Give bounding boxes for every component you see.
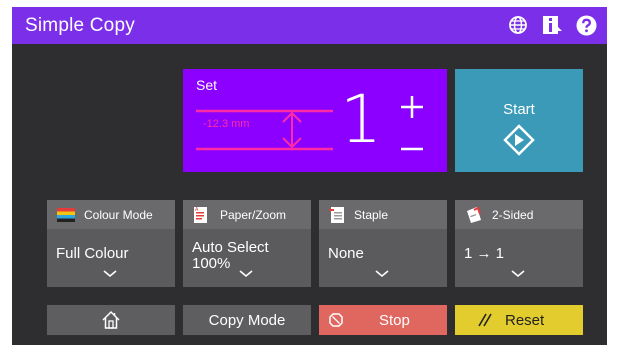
chevron-down-icon xyxy=(103,270,117,278)
copier-screen: Simple Copy Set -12.3 mm 1 Start Colour … xyxy=(12,7,607,345)
two-sided-header: 2-Sided xyxy=(455,200,583,229)
copy-mode-button[interactable]: Copy Mode xyxy=(183,305,311,335)
home-button[interactable] xyxy=(47,305,175,335)
staple-icon xyxy=(329,206,344,223)
colour-mode-button[interactable]: Colour Mode Full Colour xyxy=(47,200,175,287)
title-icons xyxy=(507,14,597,36)
staple-value: None xyxy=(328,245,364,262)
stop-label: Stop xyxy=(379,311,410,329)
guide-value: -12.3 mm xyxy=(203,118,250,130)
info-icon[interactable] xyxy=(541,14,563,36)
help-icon[interactable] xyxy=(575,14,597,36)
paper-zoom-value: Auto Select 100% xyxy=(192,239,269,272)
colour-mode-header: Colour Mode xyxy=(47,200,175,229)
start-diamond-icon xyxy=(503,124,535,156)
start-button[interactable]: Start xyxy=(455,69,583,172)
staple-header: Staple xyxy=(319,200,447,229)
two-sided-value: 1 → 1 xyxy=(464,245,505,262)
reset-button[interactable]: Reset xyxy=(455,305,583,335)
title-bar: Simple Copy xyxy=(12,7,607,44)
set-label: Set xyxy=(196,77,218,93)
chevron-down-icon xyxy=(375,270,389,278)
paper-zoom-icon: A xyxy=(194,206,207,223)
page-title: Simple Copy xyxy=(25,14,135,36)
copy-mode-label: Copy Mode xyxy=(208,311,286,329)
copy-count: 1 xyxy=(340,81,382,158)
set-panel: Set -12.3 mm 1 xyxy=(183,69,447,172)
decrease-copies-button[interactable] xyxy=(399,136,425,162)
stop-icon xyxy=(329,313,343,327)
chevron-down-icon xyxy=(511,270,525,278)
staple-button[interactable]: Staple None xyxy=(319,200,447,287)
colour-mode-label: Colour Mode xyxy=(84,207,153,222)
staple-label: Staple xyxy=(354,207,389,222)
image-shift-guide-icon xyxy=(196,109,333,151)
start-label: Start xyxy=(503,101,535,118)
reset-label: Reset xyxy=(505,311,545,329)
two-sided-icon xyxy=(467,206,481,223)
two-sided-label: 2-Sided xyxy=(492,207,534,222)
paper-zoom-header: A Paper/Zoom xyxy=(183,200,311,229)
two-sided-button[interactable]: 2-Sided 1 → 1 xyxy=(455,200,583,287)
colour-mode-value: Full Colour xyxy=(56,245,129,262)
chevron-down-icon xyxy=(239,270,253,278)
increase-copies-button[interactable] xyxy=(399,94,425,120)
paper-zoom-button[interactable]: A Paper/Zoom Auto Select 100% xyxy=(183,200,311,287)
stop-button[interactable]: Stop xyxy=(319,305,447,335)
globe-icon[interactable] xyxy=(507,14,529,36)
home-icon xyxy=(102,310,120,329)
colour-mode-icon xyxy=(57,207,75,222)
svg-text:A: A xyxy=(195,207,199,213)
paper-zoom-label: Paper/Zoom xyxy=(220,207,287,222)
reset-slash-icon xyxy=(478,313,492,327)
